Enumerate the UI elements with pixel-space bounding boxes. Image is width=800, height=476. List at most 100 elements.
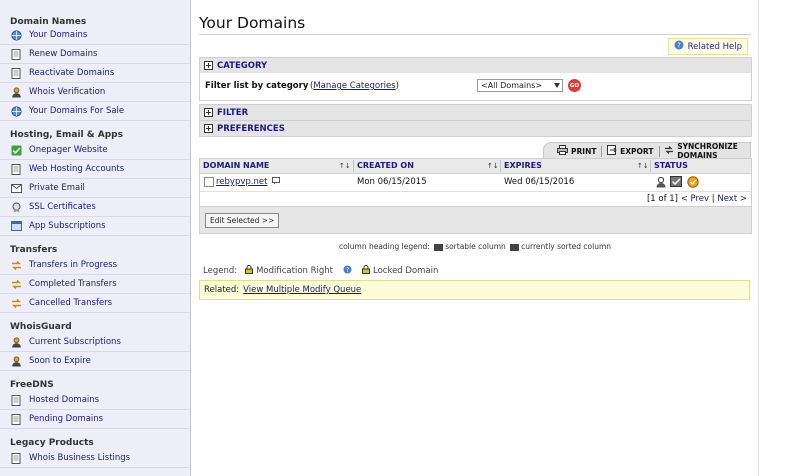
sidebar-section-title: Transfers (10, 245, 58, 255)
grid-header: DOMAIN NAME ↑↓ CREATED ON ↑↓ EXPIRES ↑↓ … (200, 159, 751, 174)
column-created-on[interactable]: CREATED ON (357, 159, 414, 173)
help-icon: ? (674, 40, 684, 53)
sorted-column-label: currently sorted column (521, 242, 612, 251)
print-button[interactable]: PRINT (552, 143, 601, 159)
document-icon (10, 67, 22, 79)
edit-selected-button[interactable]: Edit Selected >> (205, 213, 280, 228)
sidebar-item-label: Your Domains For Sale (29, 106, 125, 116)
sidebar-item-label: SSL Certificates (29, 202, 96, 212)
sidebar-item-label: Transfers in Progress (29, 260, 118, 270)
go-button[interactable]: GO (568, 79, 581, 92)
category-select-value: <All Domains> (481, 81, 543, 90)
sidebar-section-title: FreeDNS (10, 380, 54, 390)
domains-grid: DOMAIN NAME ↑↓ CREATED ON ↑↓ EXPIRES ↑↓ … (199, 158, 752, 234)
sidebar-item-your-domains[interactable]: Your Domains (0, 26, 190, 45)
globe-icon (10, 29, 22, 41)
row-checkbox[interactable] (204, 177, 214, 187)
sidebar-item-ssl-certificates[interactable]: SSL Certificates (0, 198, 190, 217)
category-panel-toggle[interactable]: CATEGORY (199, 57, 752, 74)
column-legend-prefix: column heading legend: (338, 242, 430, 251)
sidebar-item-label: Private Email (29, 183, 85, 193)
expand-icon (204, 108, 213, 117)
sidebar-item-label: App Subscriptions (29, 221, 106, 231)
email-forwarding-icon[interactable] (670, 176, 682, 190)
pager-text: [1 of 1] < Prev | Next > (647, 194, 747, 204)
sidebar-item-app-subscriptions[interactable]: App Subscriptions (0, 217, 190, 236)
sidebar-item-pending-domains[interactable]: Pending Domains (0, 410, 190, 429)
next-page-link[interactable]: Next > (717, 194, 747, 204)
title-divider (199, 34, 751, 35)
export-icon (607, 144, 617, 158)
sidebar-item-label: Current Subscriptions (29, 337, 121, 347)
created-on-value: Mon 06/15/2015 (357, 177, 427, 187)
pagination: [1 of 1] < Prev | Next > (200, 192, 751, 207)
sidebar-item-transfers-in-progress[interactable]: Transfers in Progress (0, 256, 190, 275)
transfer-icon (10, 259, 22, 271)
paren-close: ) (395, 81, 399, 91)
column-expires[interactable]: EXPIRES (504, 159, 542, 173)
column-status: STATUS (654, 161, 688, 170)
sidebar-item-cancelled-transfers[interactable]: Cancelled Transfers (0, 294, 190, 313)
sidebar-item-label: Renew Domains (29, 49, 98, 59)
sidebar-item-web-hosting[interactable]: Web Hosting Accounts (0, 160, 190, 179)
globe-icon (10, 105, 22, 117)
prev-page-link[interactable]: < Prev (681, 194, 709, 204)
sort-icon[interactable]: ↑↓ (637, 159, 649, 173)
related-help-button[interactable]: ? Related Help (667, 38, 748, 55)
sidebar-item-current-subscriptions[interactable]: Current Subscriptions (0, 333, 190, 352)
category-select[interactable]: <All Domains> (477, 79, 563, 92)
view-multiple-modify-queue-link[interactable]: View Multiple Modify Queue (243, 285, 361, 295)
page-count: [1 of 1] (646, 194, 678, 204)
sidebar-item-label: Reactivate Domains (29, 68, 115, 78)
sidebar-item-onepager-website[interactable]: Onepager Website (0, 141, 190, 160)
sidebar-item-label: Soon to Expire (29, 356, 91, 366)
related-help-label: Related Help (687, 41, 742, 52)
sidebar-item-completed-transfers[interactable]: Completed Transfers (0, 275, 190, 294)
email-icon (10, 182, 22, 194)
filter-list-label: Filter list by category (205, 81, 309, 91)
sidebar-item-label: Web Hosting Accounts (29, 164, 125, 174)
manage-categories-link[interactable]: Manage Categories (313, 81, 395, 91)
sidebar-item-hosted-domains[interactable]: Hosted Domains (0, 391, 190, 410)
whoisguard-icon[interactable] (655, 176, 667, 191)
column-heading-legend: column heading legend: sortable column c… (199, 242, 751, 251)
sort-icon[interactable]: ↑↓ (487, 159, 499, 173)
filter-panel-toggle[interactable]: FILTER (199, 104, 752, 121)
sidebar-item-reactivate-domains[interactable]: Reactivate Domains (0, 64, 190, 83)
sidebar-item-whois-business-listings[interactable]: Whois Business Listings (0, 449, 190, 468)
domain-link[interactable]: rebypvp.net (216, 177, 267, 187)
export-button[interactable]: EXPORT (602, 143, 658, 159)
document-icon (10, 48, 22, 60)
sidebar-item-whois-verification[interactable]: Whois Verification (0, 83, 190, 102)
printer-icon (557, 144, 568, 158)
edit-bar: Edit Selected >> (200, 207, 751, 233)
help-icon: ? (343, 265, 352, 277)
sidebar-item-private-email[interactable]: Private Email (0, 179, 190, 198)
sort-icon[interactable]: ↑↓ (339, 159, 351, 173)
sidebar-section-title: WhoisGuard (10, 322, 72, 332)
grid-toolbar: PRINT EXPORT SYNCHRONIZE DOMAINS (543, 142, 751, 160)
synchronize-domains-button[interactable]: SYNCHRONIZE DOMAINS (659, 142, 750, 160)
preferences-panel-toggle[interactable]: PREFERENCES (199, 120, 752, 137)
sidebar-item-soon-to-expire[interactable]: Soon to Expire (0, 352, 190, 371)
manage-categories-wrap: (Manage Categories) (310, 81, 399, 91)
user-icon (10, 86, 22, 98)
column-domain-name[interactable]: DOMAIN NAME (203, 159, 269, 173)
sidebar-section-title: Legacy Products (10, 438, 94, 448)
sidebar-item-label: Onepager Website (29, 145, 108, 155)
sidebar-item-renew-domains[interactable]: Renew Domains (0, 45, 190, 64)
related-label: Related: (204, 285, 240, 295)
print-label: PRINT (571, 146, 597, 156)
auto-renew-icon[interactable] (687, 176, 699, 191)
note-icon[interactable] (272, 177, 280, 188)
legend-label: Legend: (203, 266, 238, 276)
sidebar-item-label: Whois Business Listings (29, 453, 131, 463)
sidebar-item-domains-for-sale[interactable]: Your Domains For Sale (0, 102, 190, 121)
sortable-column-label: sortable column (445, 242, 506, 251)
sidebar: Domain Names Your Domains Renew Domains … (0, 0, 191, 476)
filter-panel-label: FILTER (217, 107, 249, 118)
certificate-icon (10, 201, 22, 213)
check-icon (10, 144, 22, 156)
document-icon (10, 163, 22, 175)
transfer-icon (10, 297, 22, 309)
